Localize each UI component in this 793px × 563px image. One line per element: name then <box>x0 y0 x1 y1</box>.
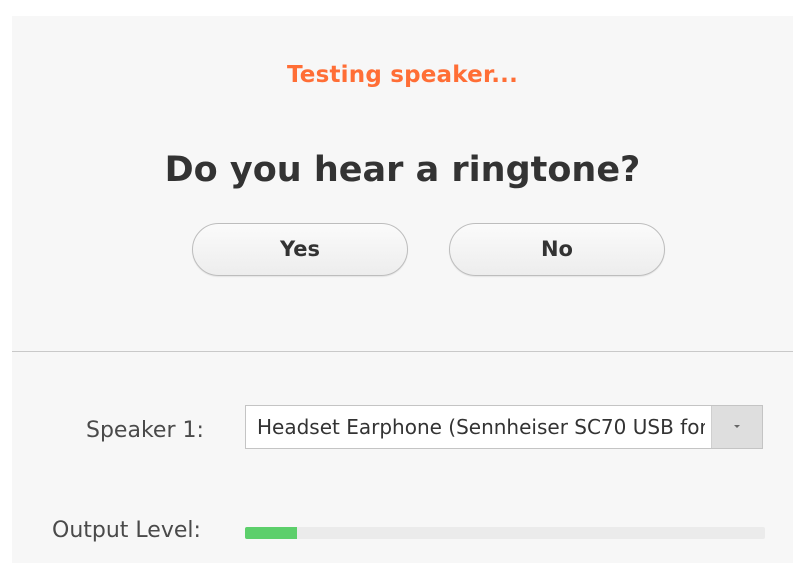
speaker-test-panel: Testing speaker... Do you hear a rington… <box>12 16 793 351</box>
output-level-fill <box>245 527 297 539</box>
speaker-test-dialog: Testing speaker... Do you hear a rington… <box>0 0 793 563</box>
output-level-label: Output Level: <box>52 518 201 543</box>
output-level-meter <box>245 527 765 539</box>
no-button[interactable]: No <box>449 223 665 276</box>
audio-settings-panel: Speaker 1: Headset Earphone (Sennheiser … <box>12 352 793 563</box>
testing-status-text: Testing speaker... <box>286 62 519 88</box>
speaker-selected-value: Headset Earphone (Sennheiser SC70 USB fo… <box>257 415 705 439</box>
chevron-down-icon <box>734 425 740 428</box>
dropdown-button[interactable] <box>711 406 762 448</box>
speaker-select[interactable]: Headset Earphone (Sennheiser SC70 USB fo… <box>245 405 763 449</box>
speaker-label: Speaker 1: <box>86 418 204 443</box>
ringtone-question: Do you hear a ringtone? <box>164 150 641 190</box>
yes-button[interactable]: Yes <box>192 223 408 276</box>
